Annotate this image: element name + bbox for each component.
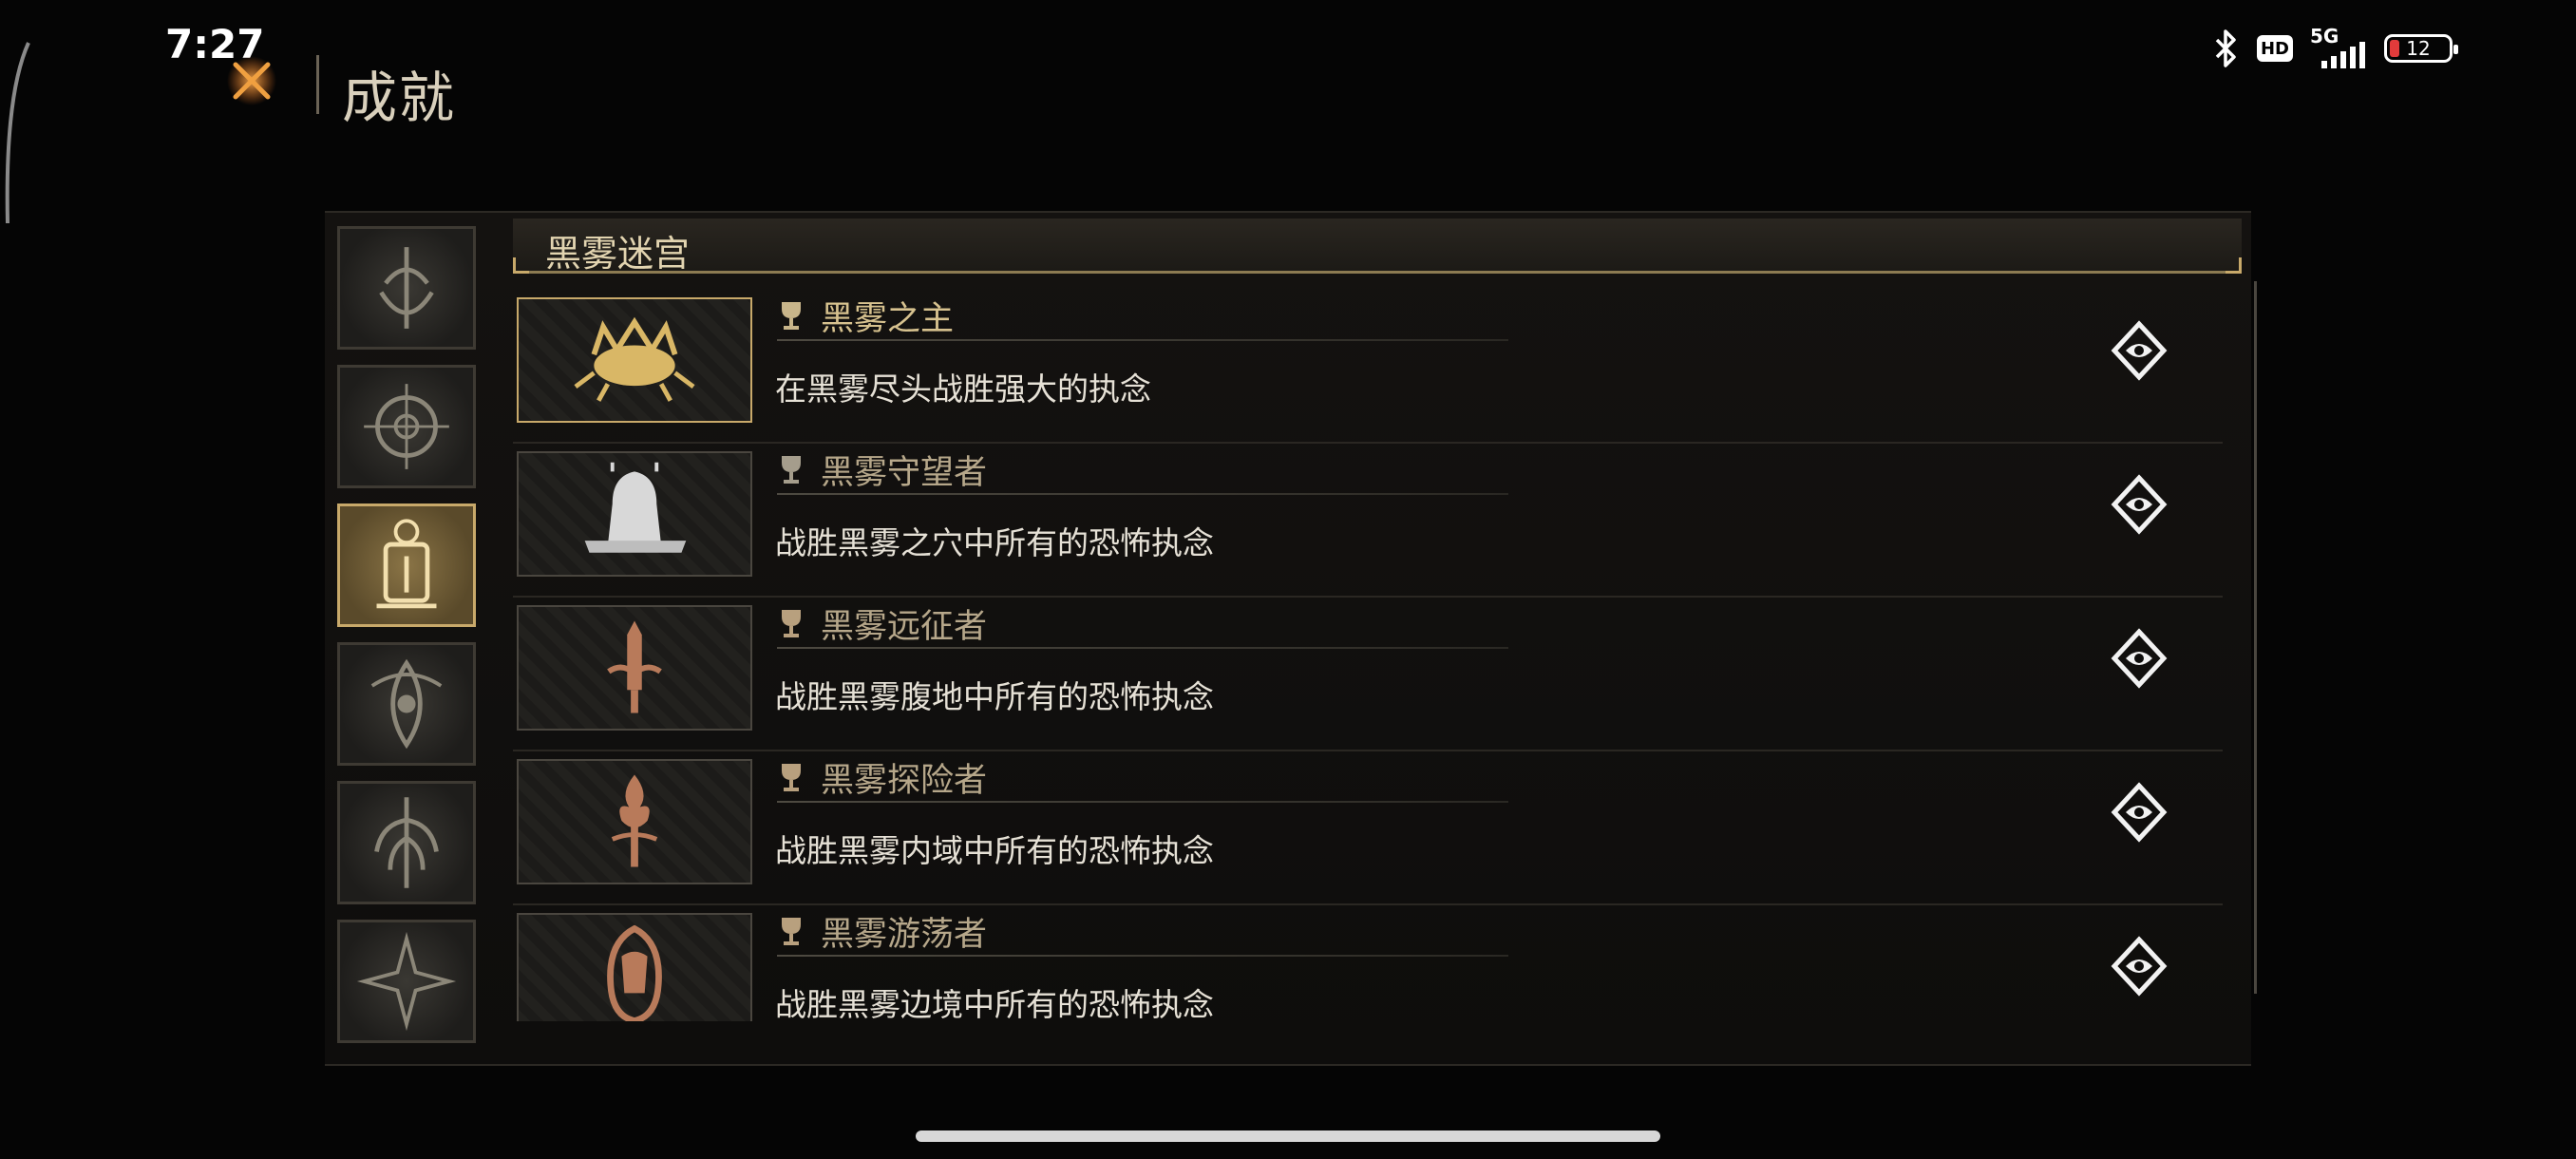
hd-badge: HD: [2257, 35, 2293, 62]
bluetooth-icon: [2215, 29, 2236, 67]
corner-ornament-right: [2226, 257, 2242, 274]
trophy-icon: [782, 918, 801, 945]
achievement-description: 在黑雾尽头战胜强大的执念: [775, 370, 1151, 408]
corner-ornament-left: [513, 257, 529, 274]
category-tab-6[interactable]: [337, 920, 476, 1043]
signal-icon: 5G: [2310, 25, 2367, 68]
achievement-name: 黑雾探险者: [821, 762, 988, 800]
screen-edge-arc: [5, 42, 30, 224]
achievement-description: 战胜黑雾边境中所有的恐怖执念: [775, 986, 1214, 1021]
achievement-name: 黑雾守望者: [821, 454, 988, 492]
spire-icon: [379, 247, 434, 329]
achievement-description: 战胜黑雾腹地中所有的恐怖执念: [775, 678, 1214, 715]
reward-emblem-icon[interactable]: [2109, 936, 2169, 997]
achievement-image: [517, 759, 752, 884]
achievement-image: [517, 605, 752, 731]
category-tab-3[interactable]: [337, 504, 476, 627]
achievement-name: 黑雾游荡者: [821, 916, 988, 954]
tree-icon: [374, 797, 439, 888]
section-header: 黑雾迷宫: [513, 218, 2242, 275]
trophy-icon: [782, 302, 801, 330]
category-tab-4[interactable]: [337, 642, 476, 766]
battery-level: 12: [2406, 37, 2431, 60]
battery-icon: 12: [2384, 34, 2458, 63]
compass-icon: [364, 384, 449, 469]
lantern-icon: [376, 519, 437, 609]
name-underline: [777, 955, 1508, 957]
reward-emblem-icon[interactable]: [2109, 782, 2169, 843]
page-title: 成就: [342, 66, 457, 130]
trophy-icon: [782, 456, 801, 484]
achievement-row[interactable]: 黑雾探险者 战胜黑雾内域中所有的恐怖执念: [513, 751, 2223, 905]
torch-icon: [611, 774, 658, 867]
reward-emblem-icon[interactable]: [2109, 320, 2169, 381]
star-sigil-icon: [356, 931, 457, 1032]
achievement-image: [517, 451, 752, 577]
reward-emblem-icon[interactable]: [2109, 474, 2169, 535]
eye-sigil-icon: [370, 658, 443, 750]
achievement-name: 黑雾远征者: [821, 608, 988, 646]
achievement-row[interactable]: 黑雾之主 在黑雾尽头战胜强大的执念: [513, 290, 2223, 444]
achievement-name: 黑雾之主: [821, 300, 955, 338]
reward-emblem-icon[interactable]: [2109, 628, 2169, 689]
category-tab-1[interactable]: [337, 226, 476, 350]
achievement-description: 战胜黑雾内域中所有的恐怖执念: [775, 832, 1214, 869]
trophy-icon: [782, 764, 801, 791]
achievement-row[interactable]: 黑雾游荡者 战胜黑雾边境中所有的恐怖执念: [513, 905, 2223, 1021]
name-underline: [777, 493, 1508, 495]
header-divider: [316, 55, 319, 114]
category-tab-5[interactable]: [337, 781, 476, 904]
achievement-row[interactable]: 黑雾守望者 战胜黑雾之穴中所有的恐怖执念: [513, 444, 2223, 598]
name-underline: [777, 647, 1508, 649]
status-icons: HD 5G 12: [2211, 25, 2458, 72]
crab-crown-icon: [574, 316, 695, 402]
section-title: 黑雾迷宫: [545, 233, 691, 275]
category-tab-2[interactable]: [337, 365, 476, 488]
sword-icon: [607, 620, 662, 713]
scrollbar[interactable]: [2254, 281, 2257, 994]
achievement-row[interactable]: 黑雾远征者 战胜黑雾腹地中所有的恐怖执念: [513, 598, 2223, 751]
name-underline: [777, 339, 1508, 341]
achievement-list: 黑雾之主 在黑雾尽头战胜强大的执念 黑雾守望者 战胜黑雾之穴中所有的恐怖执念 黑…: [513, 290, 2223, 1021]
close-button[interactable]: [226, 55, 277, 106]
achievement-description: 战胜黑雾之穴中所有的恐怖执念: [775, 524, 1214, 561]
achievement-image: [517, 297, 752, 423]
name-underline: [777, 801, 1508, 803]
trophy-icon: [782, 610, 801, 637]
hooded-figure-icon: [584, 462, 687, 553]
achievement-image: [517, 913, 752, 1021]
cloak-icon: [607, 924, 662, 1021]
home-indicator[interactable]: [916, 1130, 1660, 1142]
